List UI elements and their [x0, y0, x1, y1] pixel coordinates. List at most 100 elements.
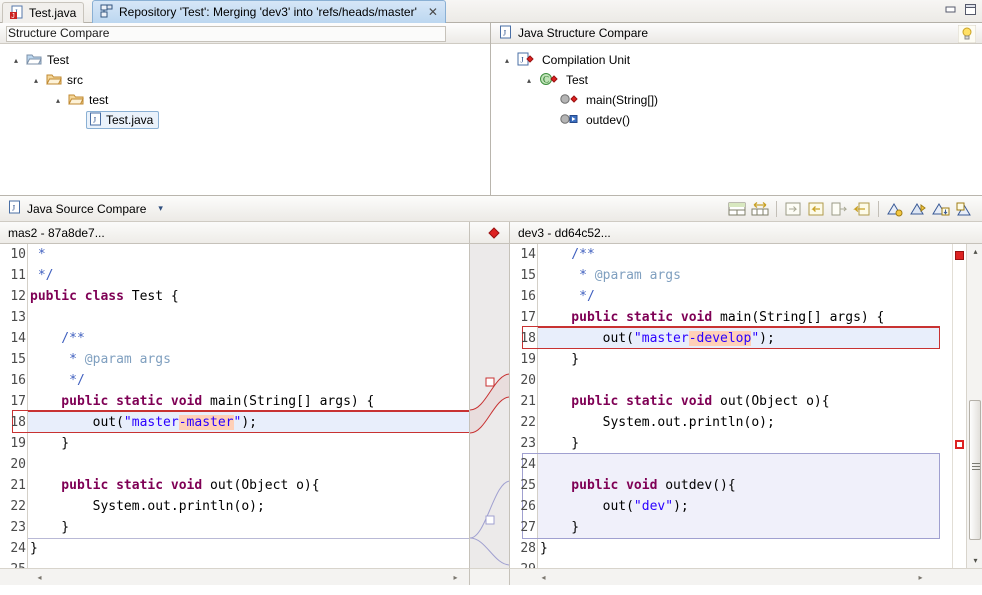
java-structure-tree: ▴ J Compilation Unit ▴ C Test main(Strin…: [491, 44, 982, 130]
code-line: 19 }: [510, 349, 940, 370]
line-number: 20: [10, 457, 26, 472]
code-token: }: [30, 541, 38, 556]
code-token: out(Object o){: [210, 478, 320, 493]
tab-repository-merge[interactable]: Repository 'Test': Merging 'dev3' into '…: [92, 0, 446, 23]
copy-all-left-to-right-button[interactable]: [783, 199, 803, 218]
right-revision-label: dev3 - dd64c52...: [518, 226, 611, 240]
line-number: 12: [10, 289, 26, 304]
line-number: 25: [520, 478, 536, 493]
copy-all-right-to-left-button[interactable]: [806, 199, 826, 218]
minimize-button[interactable]: [942, 2, 958, 16]
code-line: 16 */: [510, 286, 940, 307]
svg-text:J: J: [503, 28, 506, 37]
scroll-down-arrow-icon[interactable]: ▾: [970, 555, 981, 566]
tree-item-label: src: [67, 73, 83, 87]
horizontal-scrollbar-row: ◂ ▸ ◂ ▸: [0, 568, 982, 585]
line-number: 24: [520, 457, 536, 472]
two-way-compare-button[interactable]: [727, 199, 747, 218]
window-controls: [942, 2, 978, 16]
code-token: public static void: [540, 310, 721, 325]
code-token: *: [30, 352, 85, 367]
expand-arrow-icon[interactable]: ▴: [14, 56, 26, 65]
code-token: public class: [30, 289, 132, 304]
code-line: 20: [510, 370, 940, 391]
next-change-button[interactable]: [931, 199, 951, 218]
source-compare-body: 10 * 11 */12 public class Test {13 14 /** 15…: [0, 244, 982, 568]
code-line: 25 public void outdev(){: [510, 475, 940, 496]
left-code-lines: 10 * 11 */12 public class Test {13 14 /** 15…: [0, 244, 469, 568]
tree-item-src[interactable]: ▴ src: [14, 70, 490, 90]
scroll-right-arrow-icon[interactable]: ▸: [915, 572, 926, 583]
right-horizontal-scrollbar[interactable]: ◂ ▸: [510, 568, 982, 585]
left-source-editor[interactable]: 10 * 11 */12 public class Test {13 14 /** 15…: [0, 244, 470, 568]
highlighted-token: -develop: [688, 331, 752, 346]
line-number: 21: [10, 478, 26, 493]
expand-arrow-icon[interactable]: ▴: [505, 56, 517, 65]
close-icon[interactable]: ✕: [428, 6, 438, 18]
code-token: out(: [540, 499, 634, 514]
copy-current-change-right-to-left-button[interactable]: [852, 199, 872, 218]
tab-label: Repository 'Test': Merging 'dev3' into '…: [119, 5, 417, 19]
next-difference-button[interactable]: [885, 199, 905, 218]
previous-change-button[interactable]: [954, 199, 974, 218]
code-token: out(Object o){: [720, 394, 830, 409]
code-token: public void: [540, 478, 666, 493]
tab-test-java[interactable]: J J Test.java: [2, 2, 85, 23]
code-token: *: [30, 247, 46, 262]
code-text: * @param args: [30, 349, 171, 370]
ruler-current-change-marker[interactable]: [955, 440, 964, 449]
chevron-down-icon[interactable]: ▾: [158, 203, 163, 214]
svg-text:J: J: [521, 55, 524, 64]
maximize-button[interactable]: [962, 2, 978, 16]
code-text: *: [30, 244, 46, 265]
code-token: args: [641, 268, 681, 283]
scroll-left-arrow-icon[interactable]: ◂: [34, 572, 45, 583]
left-horizontal-scrollbar[interactable]: ◂ ▸: [0, 568, 470, 585]
right-vertical-scrollbar[interactable]: ▴ ▾: [966, 244, 982, 568]
expand-arrow-icon[interactable]: ▴: [527, 76, 539, 85]
tree-item-test-java-file[interactable]: J Test.java: [14, 110, 490, 130]
line-number: 21: [520, 394, 536, 409]
code-token: "master: [123, 415, 179, 430]
code-token: out(: [30, 415, 124, 430]
code-text: public void outdev(){: [540, 475, 735, 496]
code-token: public static void: [540, 394, 721, 409]
lightbulb-icon[interactable]: [957, 24, 977, 46]
code-text: */: [30, 370, 85, 391]
scroll-right-arrow-icon[interactable]: ▸: [450, 572, 461, 583]
swap-left-right-button[interactable]: [750, 199, 770, 218]
line-number: 25: [0, 559, 26, 568]
tree-item-test-package[interactable]: ▴ test: [14, 90, 490, 110]
code-text: }: [30, 538, 38, 559]
code-line: 29: [510, 559, 940, 568]
tree-item-method-main[interactable]: main(String[]): [505, 90, 982, 110]
tree-item-compilation-unit[interactable]: ▴ J Compilation Unit: [505, 50, 982, 70]
code-line: 27 }: [510, 517, 940, 538]
code-line: 16 */: [0, 370, 469, 391]
expand-arrow-icon[interactable]: ▴: [56, 96, 68, 105]
expand-arrow-icon[interactable]: ▴: [34, 76, 46, 85]
line-number: 17: [520, 310, 536, 325]
scroll-left-arrow-icon[interactable]: ◂: [538, 572, 549, 583]
code-text: public class Test {: [30, 286, 179, 307]
editor-tab-bar: J J Test.java Repository 'Test': Merging…: [0, 0, 982, 23]
code-text: * @param args: [540, 265, 681, 286]
code-text: }: [540, 517, 579, 538]
ruler-change-marker[interactable]: [955, 251, 964, 260]
code-line: 21 public static void out(Object o){: [0, 475, 469, 496]
code-line: 17 public static void main(String[] args…: [510, 307, 940, 328]
selected-item-box[interactable]: J Test.java: [86, 111, 160, 129]
tab-label: Test.java: [29, 6, 77, 20]
code-line: 17 public static void main(String[] args…: [0, 391, 469, 412]
tree-item-label: Test: [47, 53, 70, 67]
copy-current-change-left-to-right-button[interactable]: [829, 199, 849, 218]
overview-ruler[interactable]: [952, 244, 966, 568]
tree-item-class-test[interactable]: ▴ C Test: [505, 70, 982, 90]
previous-difference-button[interactable]: [908, 199, 928, 218]
code-text: public static void main(String[] args) {: [540, 307, 884, 328]
scroll-up-arrow-icon[interactable]: ▴: [970, 246, 981, 257]
scrollbar-thumb[interactable]: [969, 400, 981, 540]
tree-item-test-project[interactable]: ▴ Test: [14, 50, 490, 70]
tree-item-method-outdev[interactable]: outdev(): [505, 110, 982, 130]
right-source-editor[interactable]: 14 /** 15 * @param args 16 */17 public sta…: [510, 244, 982, 568]
